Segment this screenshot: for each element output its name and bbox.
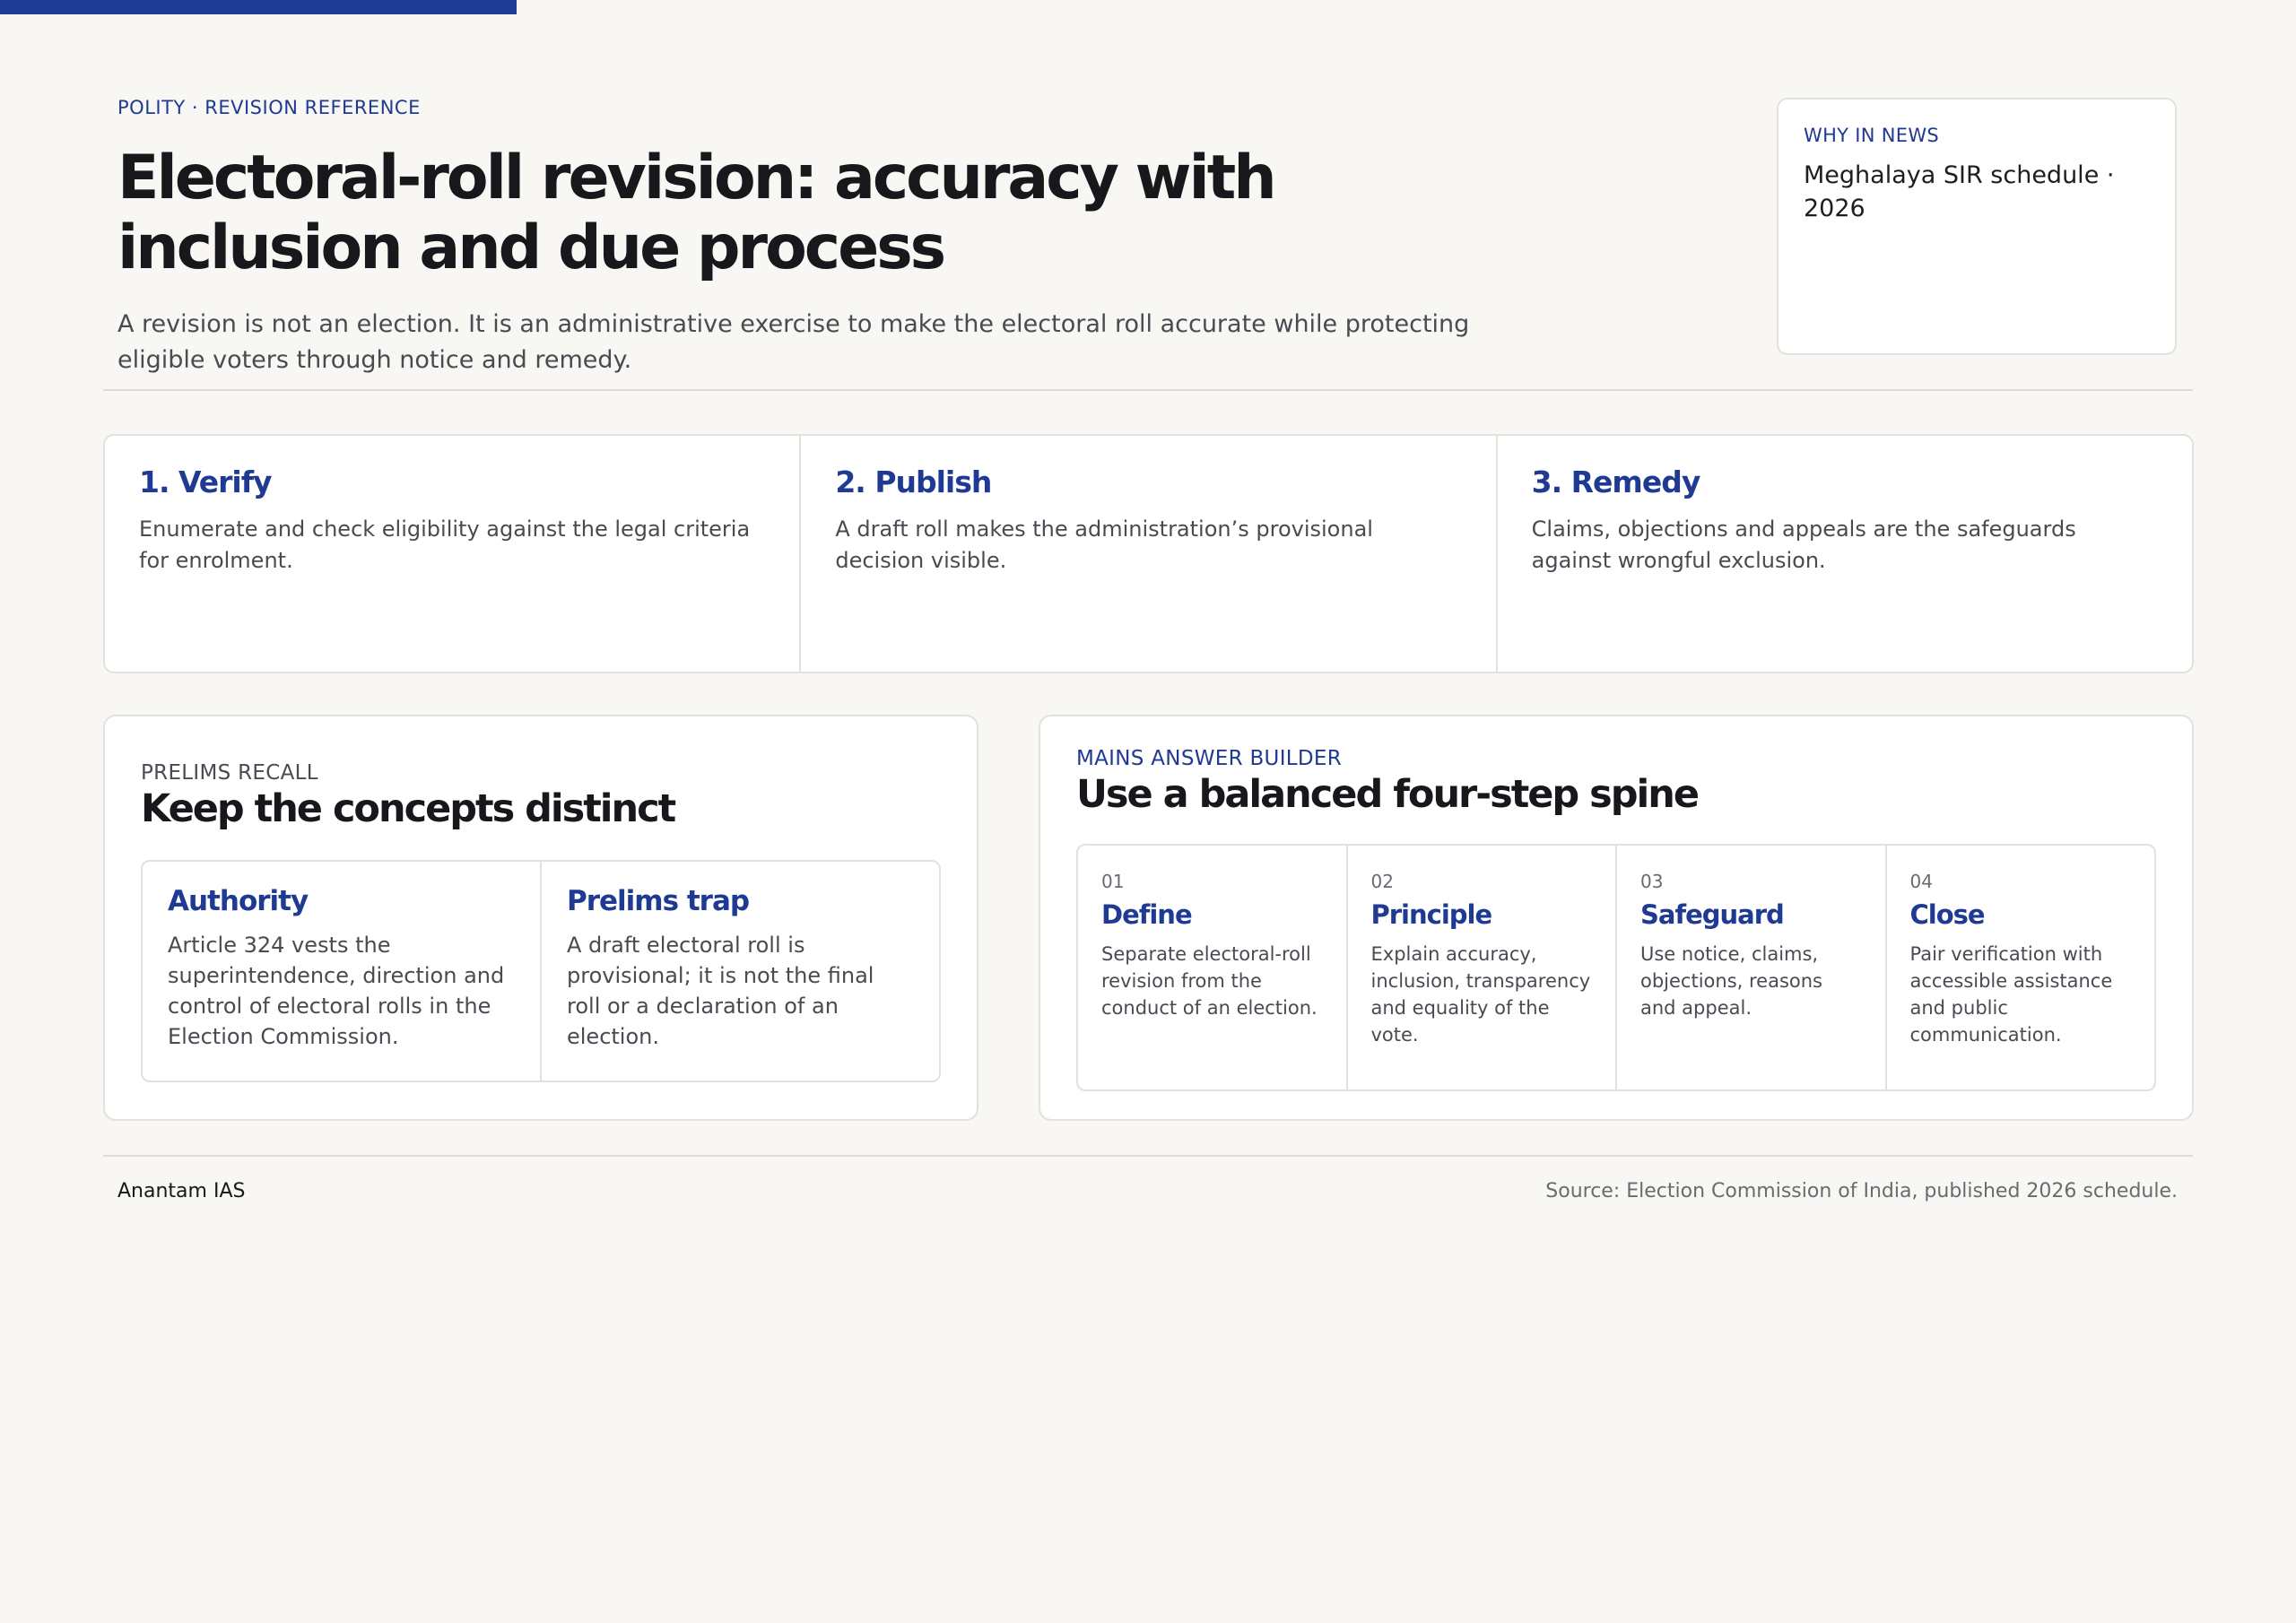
step-text: Claims, objections and appeals are the s… [1531,516,2076,573]
prelims-recall-panel: PRELIMS RECALL Keep the concepts distinc… [103,715,978,1121]
step-publish: 2. Publish A draft roll makes the admini… [801,436,1498,672]
panel-eyebrow: MAINS ANSWER BUILDER [1076,747,1343,770]
recall-cell-prelims-trap: Prelims trap A draft electoral roll is p… [542,862,939,1081]
source-note: Source: Election Commission of India, pu… [1545,1180,2178,1202]
spine-title: Close [1909,899,1986,930]
recall-cell-authority: Authority Article 324 vests the superint… [143,862,542,1081]
mains-answer-panel: MAINS ANSWER BUILDER Use a balanced four… [1039,715,2194,1121]
header-divider [103,389,2193,391]
spine-cell-safeguard: 03 Safeguard Use notice, claims, objecti… [1617,846,1887,1089]
recall-text: Article 324 vests the superintendence, d… [168,933,505,1049]
step-title: 2. Publish [835,464,992,499]
footer-divider [103,1155,2193,1157]
spine-number: 04 [1909,871,1933,892]
recall-grid: Authority Article 324 vests the superint… [141,860,941,1082]
recall-title: Prelims trap [567,885,750,917]
step-text: Enumerate and check eligibility against … [139,516,751,573]
news-label: WHY IN NEWS [1804,125,1940,146]
spine-cell-close: 04 Close Pair verification with accessib… [1887,846,2155,1089]
spine-grid: 01 Define Separate electoral-roll revisi… [1076,844,2156,1091]
recall-text: A draft electoral roll is provisional; i… [567,933,874,1049]
spine-title: Principle [1370,899,1493,930]
why-in-news-card: WHY IN NEWS Meghalaya SIR schedule · 202… [1777,98,2177,355]
step-text: A draft roll makes the administration’s … [835,516,1373,573]
spine-title: Safeguard [1640,899,1785,930]
step-title: 1. Verify [139,464,273,499]
spine-title: Define [1101,899,1193,930]
step-verify: 1. Verify Enumerate and check eligibilit… [105,436,802,672]
spine-number: 02 [1370,871,1394,892]
spine-text: Separate electoral-roll revision from th… [1101,943,1318,1019]
spine-text: Use notice, claims, objections, reasons … [1640,943,1822,1019]
spine-text: Explain accuracy, inclusion, transparenc… [1370,943,1591,1046]
brand-name: Anantam IAS [117,1180,246,1202]
news-text: Meghalaya SIR schedule · 2026 [1804,161,2115,222]
page-title: Electoral-roll revision: accuracy with i… [117,143,1277,283]
spine-number: 03 [1640,871,1664,892]
page-subtitle: A revision is not an election. It is an … [117,310,1470,374]
section-eyebrow: POLITY · REVISION REFERENCE [117,97,421,118]
spine-text: Pair verification with accessible assist… [1909,943,2113,1046]
spine-cell-define: 01 Define Separate electoral-roll revisi… [1078,846,1348,1089]
panel-eyebrow: PRELIMS RECALL [141,761,318,785]
recall-title: Authority [168,885,309,917]
step-title: 3. Remedy [1531,464,1701,499]
step-remedy: 3. Remedy Claims, objections and appeals… [1498,436,2192,672]
accent-bar [0,0,517,14]
process-steps: 1. Verify Enumerate and check eligibilit… [103,434,2194,673]
panel-title: Keep the concepts distinct [141,786,676,831]
spine-number: 01 [1101,871,1125,892]
spine-cell-principle: 02 Principle Explain accuracy, inclusion… [1348,846,1617,1089]
panel-title: Use a balanced four-step spine [1076,772,1700,817]
page-header: POLITY · REVISION REFERENCE Electoral-ro… [117,97,1499,378]
